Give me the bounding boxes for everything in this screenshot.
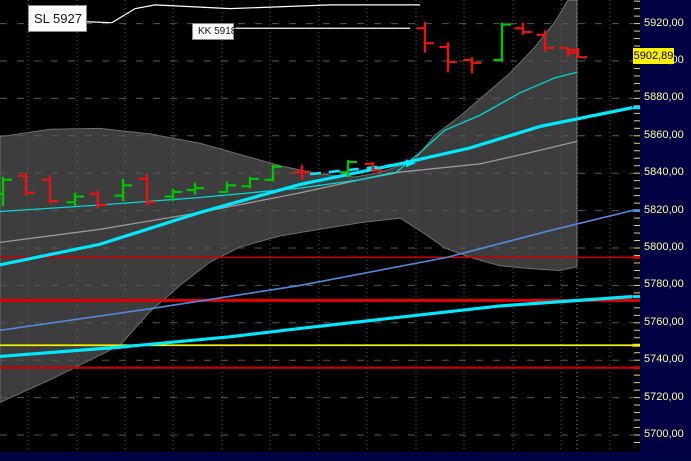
axis-line-marker bbox=[633, 106, 641, 109]
sl-label-box: SL 5927 bbox=[28, 5, 87, 32]
axis-line-marker bbox=[633, 299, 641, 302]
axis-line-marker bbox=[633, 366, 641, 369]
price-axis-panel[interactable] bbox=[640, 0, 691, 461]
time-axis-strip bbox=[0, 452, 691, 461]
trading-chart-window: 5920,005900,005880,005860,005840,005820,… bbox=[0, 0, 691, 461]
axis-line-marker bbox=[633, 209, 641, 212]
axis-line-marker bbox=[633, 295, 641, 298]
kk-label-box: KK 5918 bbox=[192, 23, 234, 40]
price-chart[interactable] bbox=[0, 0, 691, 461]
axis-line-marker bbox=[633, 344, 641, 347]
current-price-tag: 5902,89 bbox=[633, 48, 674, 64]
axis-line-marker bbox=[633, 256, 641, 259]
